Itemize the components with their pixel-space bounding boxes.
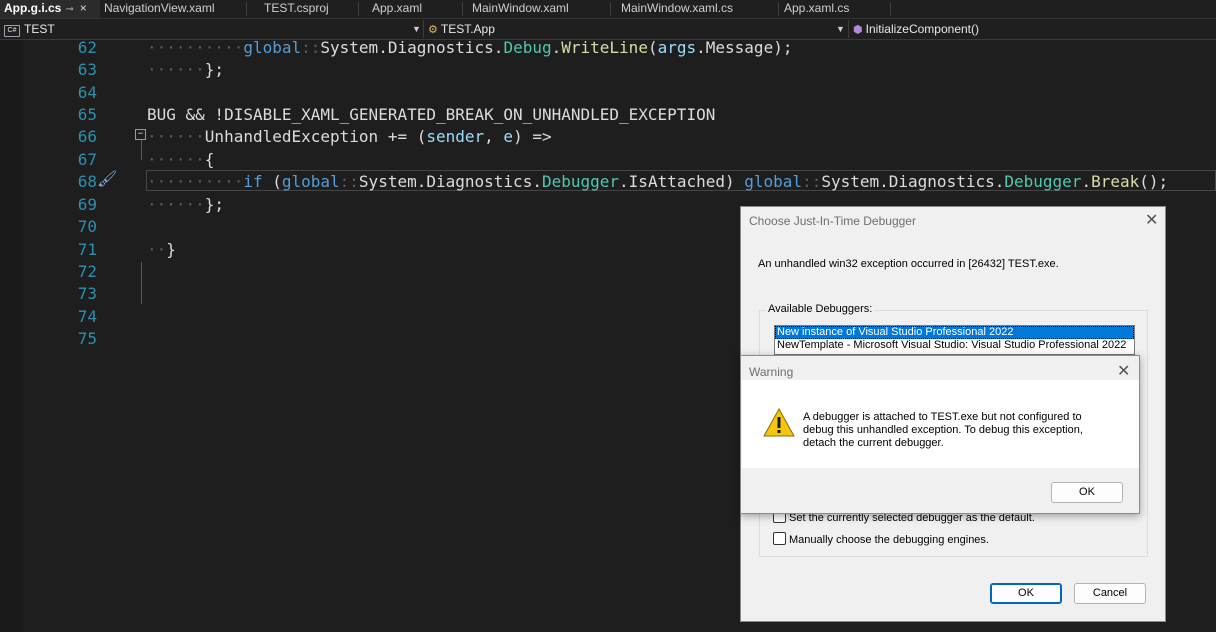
- line-number: 68: [77, 172, 97, 191]
- chevron-down-icon: ▼: [836, 24, 845, 34]
- project-dropdown[interactable]: C# TEST ▼: [4, 20, 421, 38]
- manual-engines-checkbox[interactable]: Manually choose the debugging engines.: [773, 532, 989, 546]
- document-tab-bar: App.g.i.cs ⊸ × NavigationView.xaml TEST.cs…: [0, 0, 1216, 19]
- tab-separator: [890, 2, 891, 16]
- list-item[interactable]: New instance of Visual Studio Profession…: [775, 326, 1134, 339]
- code-line-68: ··········if (global::System.Diagnostics…: [147, 172, 1169, 191]
- warning-dialog: Warning ✕ A debugger is attached to TEST…: [740, 355, 1140, 514]
- dialog-title: Warning: [749, 365, 794, 379]
- pin-icon[interactable]: ⊸: [65, 4, 73, 15]
- collapse-region-icon[interactable]: −: [135, 129, 146, 140]
- dialog-title: Choose Just-In-Time Debugger: [749, 214, 916, 228]
- tab-app-g-i-cs[interactable]: App.g.i.cs ⊸ ×: [0, 0, 100, 18]
- code-line-62: ··········global::System.Diagnostics.Deb…: [147, 38, 793, 57]
- navigation-bar: C# TEST ▼ ⚙ TEST.App ▼ ⬢ InitializeComponen…: [0, 19, 1216, 40]
- code-line-71: ··}: [147, 240, 176, 259]
- tab-separator: [246, 2, 247, 16]
- close-icon[interactable]: ✕: [1145, 210, 1158, 230]
- navbar-separator: [423, 20, 424, 38]
- warning-message-line: detach the current debugger.: [803, 437, 944, 449]
- close-icon[interactable]: ×: [80, 1, 87, 15]
- group-label: Available Debuggers:: [766, 303, 875, 315]
- tab-separator: [358, 2, 359, 16]
- outline-guide: [141, 262, 142, 304]
- ok-button[interactable]: OK: [990, 583, 1062, 604]
- code-line-65: BUG && !DISABLE_XAML_GENERATED_BREAK_ON_…: [147, 105, 716, 124]
- outline-guide: [141, 138, 142, 160]
- line-number: 71: [77, 240, 97, 259]
- chevron-down-icon: ▼: [412, 24, 421, 34]
- tab-navigationview-xaml[interactable]: NavigationView.xaml: [104, 0, 215, 18]
- line-number: 67: [77, 150, 97, 169]
- line-number: 69: [77, 195, 97, 214]
- tab-test-csproj[interactable]: TEST.csproj: [264, 0, 329, 18]
- ok-button[interactable]: OK: [1051, 482, 1123, 503]
- navbar-separator: [848, 20, 849, 38]
- line-number: 64: [77, 83, 97, 102]
- warning-message-line: A debugger is attached to TEST.exe but n…: [803, 411, 1082, 423]
- code-line-63: ······};: [147, 60, 225, 79]
- tab-mainwindow-xaml[interactable]: MainWindow.xaml: [472, 0, 569, 18]
- editor-margin-strip: [0, 40, 22, 632]
- exception-message: An unhandled win32 exception occurred in…: [758, 258, 1059, 270]
- method-icon: ⬢: [853, 24, 863, 36]
- tab-separator: [462, 2, 463, 16]
- member-name: InitializeComponent(): [865, 22, 979, 36]
- warning-message-line: debug this unhandled exception. To debug…: [803, 424, 1083, 436]
- line-number: 66: [77, 127, 97, 146]
- tab-app-xaml-cs[interactable]: App.xaml.cs: [784, 0, 849, 18]
- list-item[interactable]: NewTemplate - Microsoft Visual Studio: V…: [775, 339, 1134, 352]
- line-number: 65: [77, 105, 97, 124]
- line-number: 62: [77, 38, 97, 57]
- line-number: 72: [77, 262, 97, 281]
- warning-icon: [763, 408, 795, 437]
- code-line-66: ······UnhandledException += (sender, e) …: [147, 127, 552, 146]
- line-number: 73: [77, 284, 97, 303]
- class-dropdown[interactable]: ⚙ TEST.App ▼: [428, 20, 845, 38]
- tab-mainwindow-xaml-cs[interactable]: MainWindow.xaml.cs: [621, 0, 733, 18]
- csharp-project-icon: C#: [4, 25, 20, 37]
- code-line-67: ······{: [147, 150, 215, 169]
- line-number: 63: [77, 60, 97, 79]
- line-number: 74: [77, 307, 97, 326]
- tab-app-xaml[interactable]: App.xaml: [372, 0, 422, 18]
- tab-label: App.g.i.cs: [4, 1, 62, 15]
- debuggers-listbox[interactable]: New instance of Visual Studio Profession…: [774, 325, 1135, 355]
- quick-action-brush-icon[interactable]: 🖌: [97, 169, 117, 188]
- close-icon[interactable]: ✕: [1117, 361, 1130, 381]
- project-name: TEST: [24, 22, 55, 36]
- tab-separator: [610, 2, 611, 16]
- checkbox-label: Manually choose the debugging engines.: [789, 534, 989, 546]
- member-dropdown[interactable]: ⬢ InitializeComponent(): [853, 20, 1203, 38]
- checkbox-box[interactable]: [773, 532, 786, 545]
- tab-separator: [778, 2, 779, 16]
- warning-message: A debugger is attached to TEST.exe but n…: [803, 411, 1083, 450]
- code-line-69: ······};: [147, 195, 225, 214]
- cancel-button[interactable]: Cancel: [1074, 583, 1146, 604]
- class-icon: ⚙: [428, 24, 438, 36]
- line-number: 75: [77, 329, 97, 348]
- line-number: 70: [77, 217, 97, 236]
- class-name: TEST.App: [440, 22, 495, 36]
